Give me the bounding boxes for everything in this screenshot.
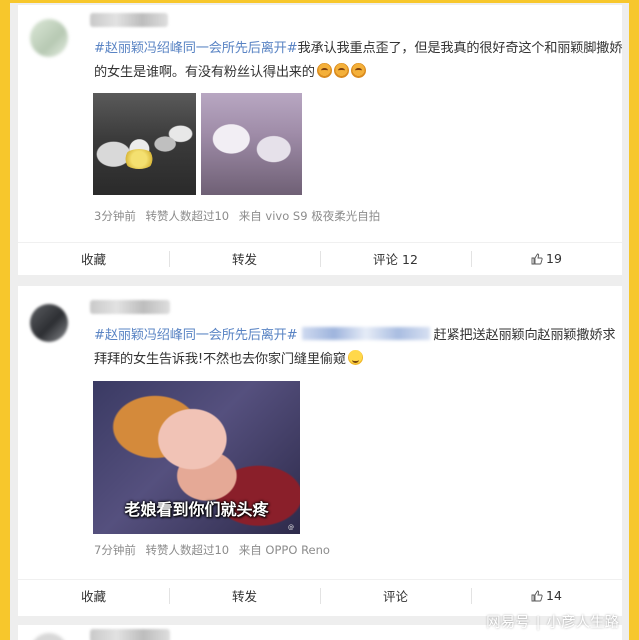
emoticon-icon xyxy=(333,63,349,78)
meme-image[interactable]: 老娘看到你们就头疼 @ xyxy=(93,381,300,534)
post-source[interactable]: 来自 vivo S9 极夜柔光自拍 xyxy=(239,209,380,223)
screenshot-frame: #赵丽颖冯绍峰同一会所先后离开#我承认我重点歪了，但是我真的很好奇这个和丽颖脚撒… xyxy=(10,3,629,640)
emoticon-icon xyxy=(350,63,366,78)
post-image[interactable] xyxy=(201,93,302,195)
post-image[interactable] xyxy=(93,93,196,195)
favorite-button[interactable]: 收藏 xyxy=(18,580,169,611)
like-button[interactable]: 19 xyxy=(471,243,622,274)
username-blurred[interactable] xyxy=(90,629,170,640)
repost-button[interactable]: 转发 xyxy=(169,580,320,611)
post-meta: 3分钟前 转赞人数超过10 来自 vivo S9 极夜柔光自拍 xyxy=(94,208,380,224)
repost-count: 转赞人数超过10 xyxy=(145,543,230,557)
mention-blurred[interactable] xyxy=(301,327,430,340)
post-text: #赵丽颖冯绍峰同一会所先后离开# 赶紧把送赵丽颖向赵丽颖撒娇求拜拜的女生告诉我!不… xyxy=(94,324,624,372)
topic-link[interactable]: #赵丽颖冯绍峰同一会所先后离开# xyxy=(94,41,298,56)
thumbs-up-icon xyxy=(531,253,543,265)
topic-link[interactable]: #赵丽颖冯绍峰同一会所先后离开# xyxy=(94,328,298,343)
post-source[interactable]: 来自 OPPO Reno xyxy=(239,543,330,557)
post-text: #赵丽颖冯绍峰同一会所先后离开#我承认我重点歪了，但是我真的很好奇这个和丽颖脚撒… xyxy=(94,37,624,85)
action-bar: 收藏 转发 评论 12 19 xyxy=(18,242,622,274)
like-button[interactable]: 14 xyxy=(471,580,622,611)
image-watermark: @ xyxy=(288,524,294,531)
post-time: 3分钟前 xyxy=(94,209,136,223)
like-count: 14 xyxy=(546,588,562,603)
repost-button[interactable]: 转发 xyxy=(169,243,320,274)
like-count: 19 xyxy=(546,251,562,266)
post-time: 7分钟前 xyxy=(94,543,136,557)
username-blurred[interactable] xyxy=(90,13,168,27)
comment-button[interactable]: 评论 xyxy=(320,580,471,611)
meme-caption: 老娘看到你们就头疼 xyxy=(124,500,269,519)
thumbs-up-icon xyxy=(531,590,543,602)
repost-count: 转赞人数超过10 xyxy=(145,209,230,223)
post-meta: 7分钟前 转赞人数超过10 来自 OPPO Reno xyxy=(94,542,330,558)
username-blurred[interactable] xyxy=(90,300,170,314)
avatar[interactable] xyxy=(30,304,68,342)
emoticon-icon xyxy=(347,350,363,365)
emoticon-icon xyxy=(316,63,332,78)
avatar[interactable] xyxy=(30,633,68,640)
weibo-post: #赵丽颖冯绍峰同一会所先后离开#我承认我重点歪了，但是我真的很好奇这个和丽颖脚撒… xyxy=(18,5,622,275)
avatar[interactable] xyxy=(30,19,68,57)
watermark-brand: 网易号 xyxy=(486,615,530,631)
weibo-post: #赵丽颖冯绍峰同一会所先后离开# 赶紧把送赵丽颖向赵丽颖撒娇求拜拜的女生告诉我!不… xyxy=(18,286,622,616)
action-bar: 收藏 转发 评论 14 xyxy=(18,579,622,611)
watermark-author: 小彦人生路 xyxy=(546,615,620,631)
favorite-button[interactable]: 收藏 xyxy=(18,243,169,274)
comment-button[interactable]: 评论 12 xyxy=(320,243,471,274)
source-watermark: 网易号 | 小彦人生路 xyxy=(486,615,620,631)
